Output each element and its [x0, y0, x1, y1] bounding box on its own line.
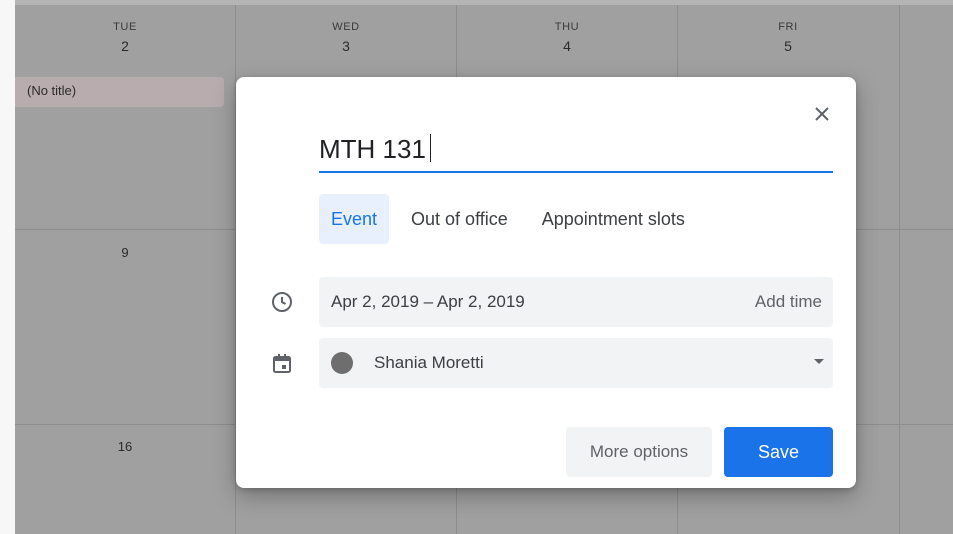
- calendar-select[interactable]: Shania Moretti: [319, 338, 833, 388]
- day-header-thu[interactable]: THU 4: [457, 21, 677, 54]
- day-of-week: FRI: [778, 21, 798, 33]
- grid-top-border: [15, 0, 953, 5]
- date-time-row[interactable]: Apr 2, 2019 – Apr 2, 2019 Add time: [319, 277, 833, 327]
- date-range[interactable]: Apr 2, 2019 – Apr 2, 2019: [331, 277, 525, 327]
- day-number[interactable]: 3: [236, 38, 456, 54]
- close-button[interactable]: [808, 100, 836, 128]
- left-margin: [0, 0, 15, 534]
- add-time-button[interactable]: Add time: [755, 277, 822, 327]
- event-type-tabs: Event Out of office Appointment slots: [319, 194, 707, 244]
- day-of-week: WED: [332, 21, 360, 33]
- day-number[interactable]: 4: [457, 38, 677, 54]
- tab-event[interactable]: Event: [319, 194, 390, 244]
- caret-down-icon: [814, 359, 824, 364]
- close-icon: [815, 107, 829, 121]
- day-number-9[interactable]: 9: [15, 245, 235, 260]
- calendar-owner-name: Shania Moretti: [374, 353, 484, 372]
- calendar-color-dot: [331, 352, 353, 374]
- event-title-value: MTH 131: [319, 134, 426, 164]
- day-header-wed[interactable]: WED 3: [236, 21, 456, 54]
- day-number[interactable]: 5: [678, 38, 898, 54]
- save-button[interactable]: Save: [724, 427, 833, 477]
- day-number-16[interactable]: 16: [15, 439, 235, 454]
- day-header-fri[interactable]: FRI 5: [678, 21, 898, 54]
- day-header-tue[interactable]: TUE 2: [15, 21, 235, 54]
- tab-appointment-slots[interactable]: Appointment slots: [530, 194, 697, 244]
- day-of-week: TUE: [113, 21, 137, 33]
- event-title-input[interactable]: MTH 131: [319, 131, 833, 173]
- quick-event-dialog: MTH 131 Event Out of office Appointment …: [236, 77, 856, 488]
- event-chip[interactable]: (No title): [15, 77, 224, 107]
- text-caret: [429, 134, 431, 162]
- day-of-week: THU: [554, 21, 580, 33]
- clock-icon: [270, 290, 294, 314]
- calendar-icon: [270, 352, 294, 376]
- more-options-button[interactable]: More options: [566, 427, 712, 477]
- grid-divider: [899, 5, 900, 534]
- day-number[interactable]: 2: [15, 38, 235, 54]
- tab-out-of-office[interactable]: Out of office: [399, 194, 520, 244]
